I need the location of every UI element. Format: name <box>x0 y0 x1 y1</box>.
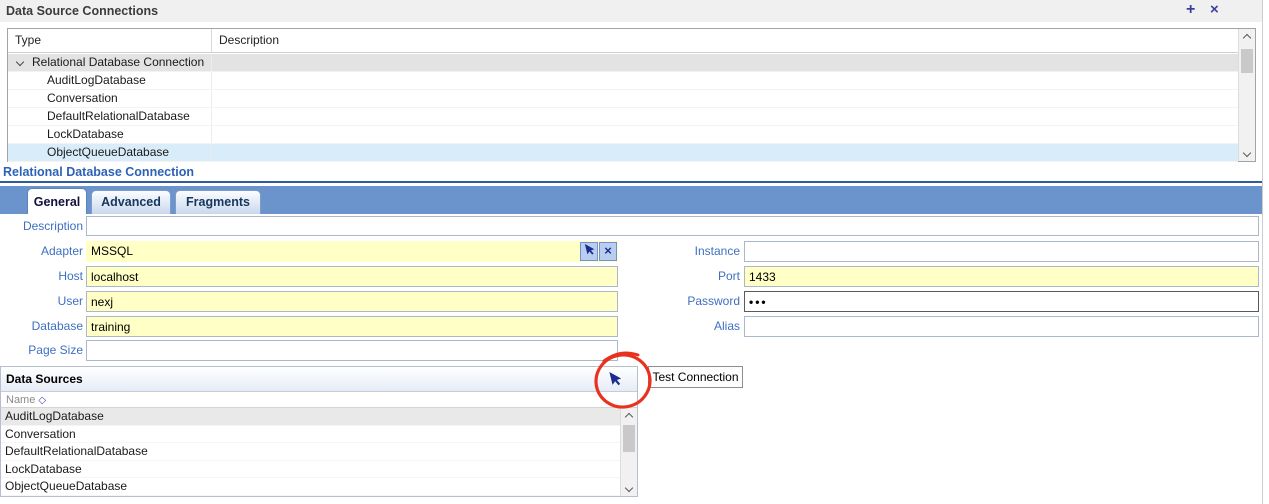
password-label: Password <box>640 294 740 308</box>
adapter-select-button[interactable] <box>580 242 598 261</box>
scrollbar-thumb[interactable] <box>623 425 635 452</box>
group-label: Relational Database Connection <box>32 55 204 69</box>
section-divider <box>0 181 1262 183</box>
table-body: Relational Database Connection AuditLogD… <box>8 54 1238 161</box>
adapter-value: MSSQL <box>91 241 133 262</box>
table-row[interactable]: DefaultRelationalDatabase <box>8 108 1238 126</box>
table-row-group[interactable]: Relational Database Connection <box>8 54 1238 72</box>
pointer-icon <box>581 242 596 258</box>
table-row-selected[interactable]: ObjectQueueDatabase <box>8 144 1238 162</box>
scroll-up-icon[interactable] <box>621 409 637 424</box>
instance-input[interactable] <box>744 241 1259 262</box>
database-label: Database <box>0 319 83 333</box>
panel-titlebar: Data Source Connections + × <box>0 0 1262 22</box>
scroll-up-icon[interactable] <box>1239 30 1255 45</box>
scroll-down-icon[interactable] <box>1239 145 1255 160</box>
panel-title: Data Source Connections <box>6 4 158 18</box>
instance-label: Instance <box>640 244 740 258</box>
port-input[interactable] <box>744 266 1259 287</box>
app-window: Data Source Connections + × Type Descrip… <box>0 0 1269 504</box>
list-item[interactable]: LockDatabase <box>1 461 637 479</box>
sort-icon: ◇ <box>38 395 46 406</box>
data-sources-title: Data Sources <box>6 372 83 386</box>
adapter-field[interactable]: MSSQL × <box>86 241 618 262</box>
table-row[interactable]: AuditLogDatabase <box>8 72 1238 90</box>
table-header-row: Type Description <box>8 29 1238 53</box>
description-label: Description <box>0 219 83 233</box>
tab-general[interactable]: General <box>27 188 87 214</box>
column-header-description[interactable]: Description <box>212 29 1238 52</box>
list-item[interactable]: Conversation <box>1 426 637 444</box>
page-size-input[interactable] <box>86 340 618 361</box>
detail-section-title: Relational Database Connection <box>3 165 194 179</box>
data-sources-header: Data Sources <box>1 367 637 392</box>
port-label: Port <box>640 269 740 283</box>
name-column-header[interactable]: Name ◇ <box>6 394 46 406</box>
connections-table: Type Description Relational Database Con… <box>7 28 1256 162</box>
close-icon[interactable]: × <box>1210 1 1219 18</box>
password-input[interactable] <box>744 291 1259 312</box>
column-header-type[interactable]: Type <box>8 29 212 52</box>
list-item-selected[interactable]: AuditLogDatabase <box>1 408 637 426</box>
description-cell <box>212 54 1238 71</box>
test-connection-button[interactable]: Test Connection <box>648 366 743 388</box>
scroll-down-icon[interactable] <box>621 480 637 495</box>
host-input[interactable] <box>86 266 618 287</box>
list-item[interactable]: ObjectQueueDatabase <box>1 478 637 496</box>
table-row[interactable]: LockDatabase <box>8 126 1238 144</box>
data-sources-list: AuditLogDatabase Conversation DefaultRel… <box>1 408 637 496</box>
page-size-label: Page Size <box>0 343 83 357</box>
name-column-header-row: Name ◇ <box>1 392 637 408</box>
user-label: User <box>0 294 83 308</box>
panel-divider <box>1262 0 1263 504</box>
adapter-label: Adapter <box>0 244 83 258</box>
adapter-clear-button[interactable]: × <box>599 242 617 261</box>
add-icon[interactable]: + <box>1186 1 1195 19</box>
table-row[interactable]: Conversation <box>8 90 1238 108</box>
user-input[interactable] <box>86 291 618 312</box>
tab-fragments[interactable]: Fragments <box>175 190 261 214</box>
scrollbar-thumb[interactable] <box>1241 49 1253 73</box>
alias-label: Alias <box>640 319 740 333</box>
host-label: Host <box>0 269 83 283</box>
table-scrollbar[interactable] <box>1238 29 1255 161</box>
description-input[interactable] <box>86 216 1259 236</box>
alias-input[interactable] <box>744 316 1259 337</box>
tab-bar: General Advanced Fragments <box>0 186 1262 214</box>
list-scrollbar[interactable] <box>620 408 637 496</box>
chevron-down-icon[interactable] <box>16 58 24 66</box>
data-sources-panel: Data Sources Name ◇ AuditLogDatabase Con… <box>0 366 638 497</box>
database-input[interactable] <box>86 316 618 337</box>
list-item[interactable]: DefaultRelationalDatabase <box>1 443 637 461</box>
tab-advanced[interactable]: Advanced <box>91 190 171 214</box>
select-pointer-icon[interactable] <box>607 371 622 391</box>
